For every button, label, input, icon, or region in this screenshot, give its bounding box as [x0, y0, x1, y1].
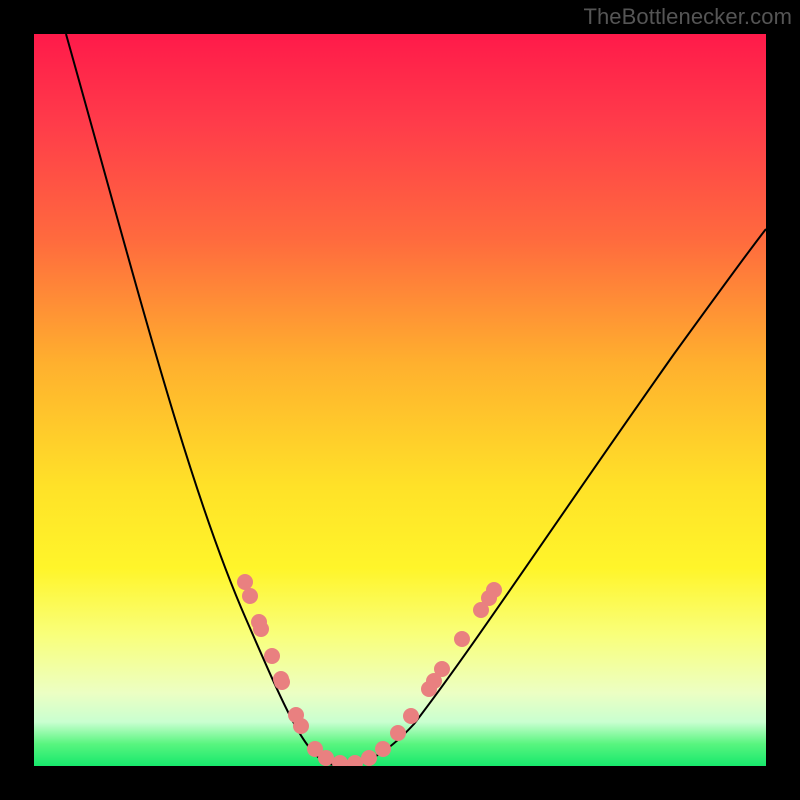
data-point [237, 574, 253, 590]
chart-frame: TheBottlenecker.com [0, 0, 800, 800]
data-point [242, 588, 258, 604]
data-point [264, 648, 280, 664]
data-point [486, 582, 502, 598]
data-point [434, 661, 450, 677]
curve-svg [34, 34, 766, 766]
plot-area [34, 34, 766, 766]
data-point [403, 708, 419, 724]
dots-group [237, 574, 502, 766]
data-point [318, 750, 334, 766]
data-point [332, 755, 348, 766]
data-point [293, 718, 309, 734]
bottleneck-curve [66, 34, 766, 765]
data-point [454, 631, 470, 647]
data-point [390, 725, 406, 741]
data-point [347, 755, 363, 766]
data-point [253, 621, 269, 637]
data-point [375, 741, 391, 757]
watermark-text: TheBottlenecker.com [583, 4, 792, 30]
data-point [361, 750, 377, 766]
data-point [274, 674, 290, 690]
